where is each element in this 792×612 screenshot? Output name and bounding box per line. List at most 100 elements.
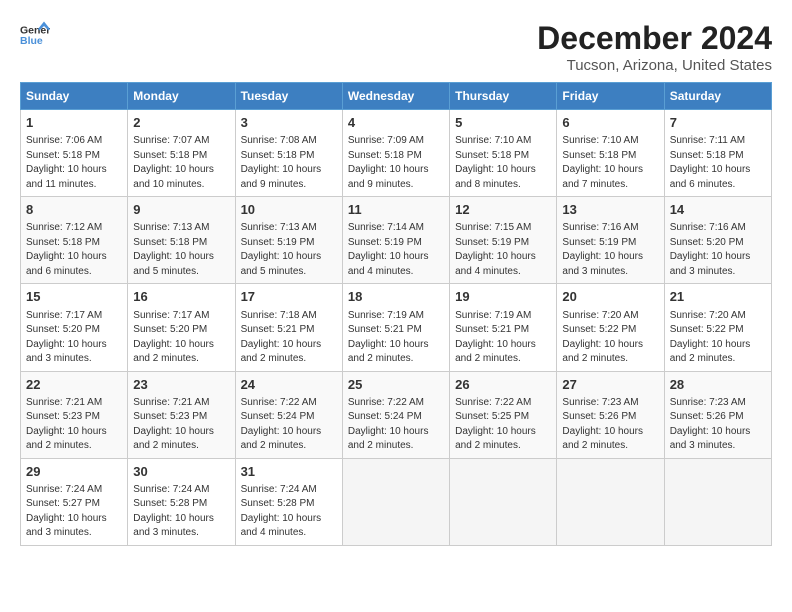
day-info: Sunrise: 7:12 AMSunset: 5:18 PMDaylight:… [26,221,122,279]
calendar-table: SundayMondayTuesdayWednesdayThursdayFrid… [20,82,772,546]
calendar-cell: 21 Sunrise: 7:20 AMSunset: 5:22 PMDayligh… [664,284,771,371]
day-info: Sunrise: 7:07 AMSunset: 5:18 PMDaylight:… [133,134,229,192]
day-number: 7 [670,114,766,132]
day-number: 30 [133,463,229,481]
day-number: 14 [670,201,766,219]
day-info: Sunrise: 7:21 AMSunset: 5:23 PMDaylight:… [133,396,229,454]
day-info: Sunrise: 7:18 AMSunset: 5:21 PMDaylight:… [241,309,337,367]
calendar-cell: 10Sunrise: 7:13 AMSunset: 5:19 PMDayligh… [235,197,342,284]
day-number: 31 [241,463,337,481]
day-number: 5 [455,114,551,132]
day-info: Sunrise: 7:16 AMSunset: 5:19 PMDaylight:… [562,221,658,279]
calendar-cell [450,458,557,545]
day-info: Sunrise: 7:20 AMSunset: 5:22 PMDaylight:… [670,309,766,367]
calendar-cell: 19 Sunrise: 7:19 AMSunset: 5:21 PMDayligh… [450,284,557,371]
month-title: December 2024 [537,20,772,57]
day-number: 21 [670,288,766,306]
day-number: 9 [133,201,229,219]
calendar-cell: 15Sunrise: 7:17 AMSunset: 5:20 PMDayligh… [21,284,128,371]
day-number: 19 [455,288,551,306]
day-number: 25 [348,376,444,394]
day-number: 1 [26,114,122,132]
day-number: 12 [455,201,551,219]
calendar-cell: 11 Sunrise: 7:14 AMSunset: 5:19 PMDayligh… [342,197,449,284]
calendar-cell: 28 Sunrise: 7:23 AMSunset: 5:26 PMDayligh… [664,371,771,458]
day-number: 24 [241,376,337,394]
day-number: 15 [26,288,122,306]
day-info: Sunrise: 7:22 AMSunset: 5:24 PMDaylight:… [348,396,444,454]
day-info: Sunrise: 7:06 AMSunset: 5:18 PMDaylight:… [26,134,122,192]
day-info: Sunrise: 7:10 AMSunset: 5:18 PMDaylight:… [455,134,551,192]
calendar-cell: 17 Sunrise: 7:18 AMSunset: 5:21 PMDayligh… [235,284,342,371]
day-number: 17 [241,288,337,306]
week-row-4: 22 Sunrise: 7:21 AMSunset: 5:23 PMDayligh… [21,371,772,458]
calendar-cell: 23 Sunrise: 7:21 AMSunset: 5:23 PMDayligh… [128,371,235,458]
day-info: Sunrise: 7:24 AMSunset: 5:27 PMDaylight:… [26,483,122,541]
location-title: Tucson, Arizona, United States [537,57,772,74]
day-number: 26 [455,376,551,394]
day-info: Sunrise: 7:17 AMSunset: 5:20 PMDaylight:… [133,309,229,367]
day-info: Sunrise: 7:19 AMSunset: 5:21 PMDaylight:… [455,309,551,367]
weekday-header-tuesday: Tuesday [235,83,342,110]
day-info: Sunrise: 7:24 AMSunset: 5:28 PMDaylight:… [133,483,229,541]
day-number: 6 [562,114,658,132]
week-row-2: 8 Sunrise: 7:12 AMSunset: 5:18 PMDaylight… [21,197,772,284]
weekday-header-friday: Friday [557,83,664,110]
calendar-cell: 31 Sunrise: 7:24 AMSunset: 5:28 PMDayligh… [235,458,342,545]
day-info: Sunrise: 7:23 AMSunset: 5:26 PMDaylight:… [670,396,766,454]
calendar-cell [664,458,771,545]
calendar-cell: 3 Sunrise: 7:08 AMSunset: 5:18 PMDaylight… [235,110,342,197]
day-info: Sunrise: 7:10 AMSunset: 5:18 PMDaylight:… [562,134,658,192]
day-number: 28 [670,376,766,394]
weekday-header-monday: Monday [128,83,235,110]
calendar-cell: 24Sunrise: 7:22 AMSunset: 5:24 PMDayligh… [235,371,342,458]
day-info: Sunrise: 7:11 AMSunset: 5:18 PMDaylight:… [670,134,766,192]
day-info: Sunrise: 7:16 AMSunset: 5:20 PMDaylight:… [670,221,766,279]
calendar-cell: 20 Sunrise: 7:20 AMSunset: 5:22 PMDayligh… [557,284,664,371]
calendar-cell: 8 Sunrise: 7:12 AMSunset: 5:18 PMDaylight… [21,197,128,284]
day-number: 2 [133,114,229,132]
week-row-3: 15 Sunrise: 7:17 AMSunset: 5:20 PMDayligh… [21,284,772,371]
weekday-header-sunday: Sunday [21,83,128,110]
calendar-cell: 6 Sunrise: 7:10 AMSunset: 5:18 PMDaylight… [557,110,664,197]
day-number: 23 [133,376,229,394]
calendar-cell [557,458,664,545]
day-info: Sunrise: 7:24 AMSunset: 5:28 PMDaylight:… [241,483,337,541]
calendar-cell: 26 Sunrise: 7:22 AMSunset: 5:25 PMDayligh… [450,371,557,458]
calendar-cell: 12 Sunrise: 7:15 AMSunset: 5:19 PMDayligh… [450,197,557,284]
day-info: Sunrise: 7:14 AMSunset: 5:19 PMDaylight:… [348,221,444,279]
calendar-cell: 7 Sunrise: 7:11 AMSunset: 5:18 PMDaylight… [664,110,771,197]
day-info: Sunrise: 7:20 AMSunset: 5:22 PMDaylight:… [562,309,658,367]
day-number: 8 [26,201,122,219]
day-info: Sunrise: 7:08 AMSunset: 5:18 PMDaylight:… [241,134,337,192]
calendar-cell [342,458,449,545]
weekday-header-saturday: Saturday [664,83,771,110]
day-info: Sunrise: 7:23 AMSunset: 5:26 PMDaylight:… [562,396,658,454]
day-info: Sunrise: 7:13 AMSunset: 5:19 PMDaylight:… [241,221,337,279]
calendar-cell: 27Sunrise: 7:23 AMSunset: 5:26 PMDayligh… [557,371,664,458]
calendar-cell: 25 Sunrise: 7:22 AMSunset: 5:24 PMDayligh… [342,371,449,458]
svg-text:Blue: Blue [20,35,43,47]
day-number: 11 [348,201,444,219]
header: General Blue December 2024 Tucson, Arizo… [20,20,772,74]
calendar-cell: 5 Sunrise: 7:10 AMSunset: 5:18 PMDaylight… [450,110,557,197]
day-info: Sunrise: 7:15 AMSunset: 5:19 PMDaylight:… [455,221,551,279]
day-number: 13 [562,201,658,219]
day-info: Sunrise: 7:22 AMSunset: 5:25 PMDaylight:… [455,396,551,454]
title-section: December 2024 Tucson, Arizona, United St… [537,20,772,74]
day-number: 29 [26,463,122,481]
calendar-cell: 9 Sunrise: 7:13 AMSunset: 5:18 PMDaylight… [128,197,235,284]
day-info: Sunrise: 7:21 AMSunset: 5:23 PMDaylight:… [26,396,122,454]
calendar-cell: 13 Sunrise: 7:16 AMSunset: 5:19 PMDayligh… [557,197,664,284]
calendar-cell: 14 Sunrise: 7:16 AMSunset: 5:20 PMDayligh… [664,197,771,284]
day-number: 4 [348,114,444,132]
day-number: 16 [133,288,229,306]
day-info: Sunrise: 7:13 AMSunset: 5:18 PMDaylight:… [133,221,229,279]
day-number: 20 [562,288,658,306]
calendar-cell: 18Sunrise: 7:19 AMSunset: 5:21 PMDayligh… [342,284,449,371]
weekday-header-thursday: Thursday [450,83,557,110]
day-number: 22 [26,376,122,394]
day-info: Sunrise: 7:09 AMSunset: 5:18 PMDaylight:… [348,134,444,192]
day-number: 3 [241,114,337,132]
calendar-cell: 29 Sunrise: 7:24 AMSunset: 5:27 PMDayligh… [21,458,128,545]
